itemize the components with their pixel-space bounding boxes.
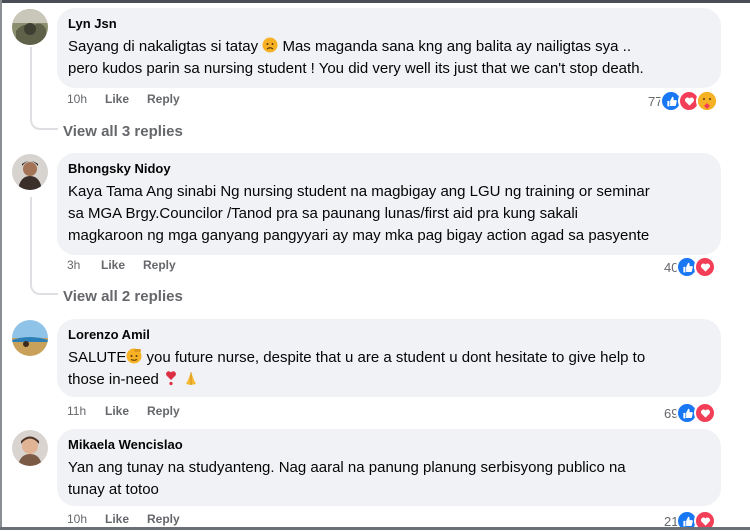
comment-author[interactable]: Lyn Jsn <box>68 16 709 32</box>
comment-actions: 10h Like Reply <box>67 512 180 526</box>
saluting-face-emoji-icon <box>126 348 142 364</box>
comment-timestamp[interactable]: 10h <box>67 92 105 106</box>
comment-bubble: Bhongsky Nidoy Kaya Tama Ang sinabi Ng n… <box>57 153 721 255</box>
window-top-edge <box>0 0 750 3</box>
avatar[interactable] <box>12 9 48 45</box>
thread-connector-curve <box>30 283 58 295</box>
reaction-summary[interactable]: 77 <box>648 90 719 112</box>
comment-text: Sayang di nakaligtas si tatay Mas magand… <box>68 37 644 77</box>
comment-text: SALUTE you future nurse, despite that u … <box>68 348 646 388</box>
like-button[interactable]: Like <box>105 92 147 106</box>
love-icon <box>694 402 717 424</box>
thread-connector <box>30 47 32 119</box>
window-left-edge <box>0 0 2 530</box>
comment-author[interactable]: Mikaela Wencislao <box>68 437 709 453</box>
folded-hands-emoji-icon <box>186 372 197 385</box>
comment-timestamp[interactable]: 3h <box>67 258 101 272</box>
like-button[interactable]: Like <box>105 512 147 526</box>
view-replies-link[interactable]: View all 2 replies <box>63 288 183 305</box>
comment-author[interactable]: Lorenzo Amil <box>68 327 709 343</box>
avatar[interactable] <box>12 320 48 356</box>
comment-timestamp[interactable]: 10h <box>67 512 105 526</box>
like-button[interactable]: Like <box>105 404 147 418</box>
thread-connector <box>30 197 32 284</box>
comment-text: Yan ang tunay na studyanteng. Nag aaral … <box>68 459 626 498</box>
comment-bubble: Lyn Jsn Sayang di nakaligtas si tatay Ma… <box>57 8 721 88</box>
comment-actions: 10h Like Reply <box>67 92 180 106</box>
heart-exclamation-emoji-icon <box>166 371 177 386</box>
reaction-summary[interactable]: 69 <box>664 402 717 424</box>
comment-author[interactable]: Bhongsky Nidoy <box>68 161 709 177</box>
reply-button[interactable]: Reply <box>143 258 176 272</box>
reply-button[interactable]: Reply <box>147 404 180 418</box>
love-icon <box>694 256 717 278</box>
care-icon <box>696 90 719 112</box>
reply-button[interactable]: Reply <box>147 92 180 106</box>
comment-text: Kaya Tama Ang sinabi Ng nursing student … <box>68 183 650 244</box>
reply-button[interactable]: Reply <box>147 512 180 526</box>
avatar[interactable] <box>12 430 48 466</box>
thread-connector-curve <box>30 118 58 130</box>
comment-bubble: Lorenzo Amil SALUTE you future nurse, de… <box>57 319 721 397</box>
comment-bubble: Mikaela Wencislao Yan ang tunay na study… <box>57 429 721 506</box>
avatar[interactable] <box>12 154 48 190</box>
view-replies-link[interactable]: View all 3 replies <box>63 123 183 140</box>
comment-actions: 3h Like Reply <box>67 258 176 272</box>
sad-face-emoji-icon <box>262 37 278 53</box>
reaction-summary[interactable]: 40 <box>664 256 717 278</box>
comment-actions: 11h Like Reply <box>67 404 180 418</box>
like-button[interactable]: Like <box>101 258 143 272</box>
comment-timestamp[interactable]: 11h <box>67 404 105 418</box>
